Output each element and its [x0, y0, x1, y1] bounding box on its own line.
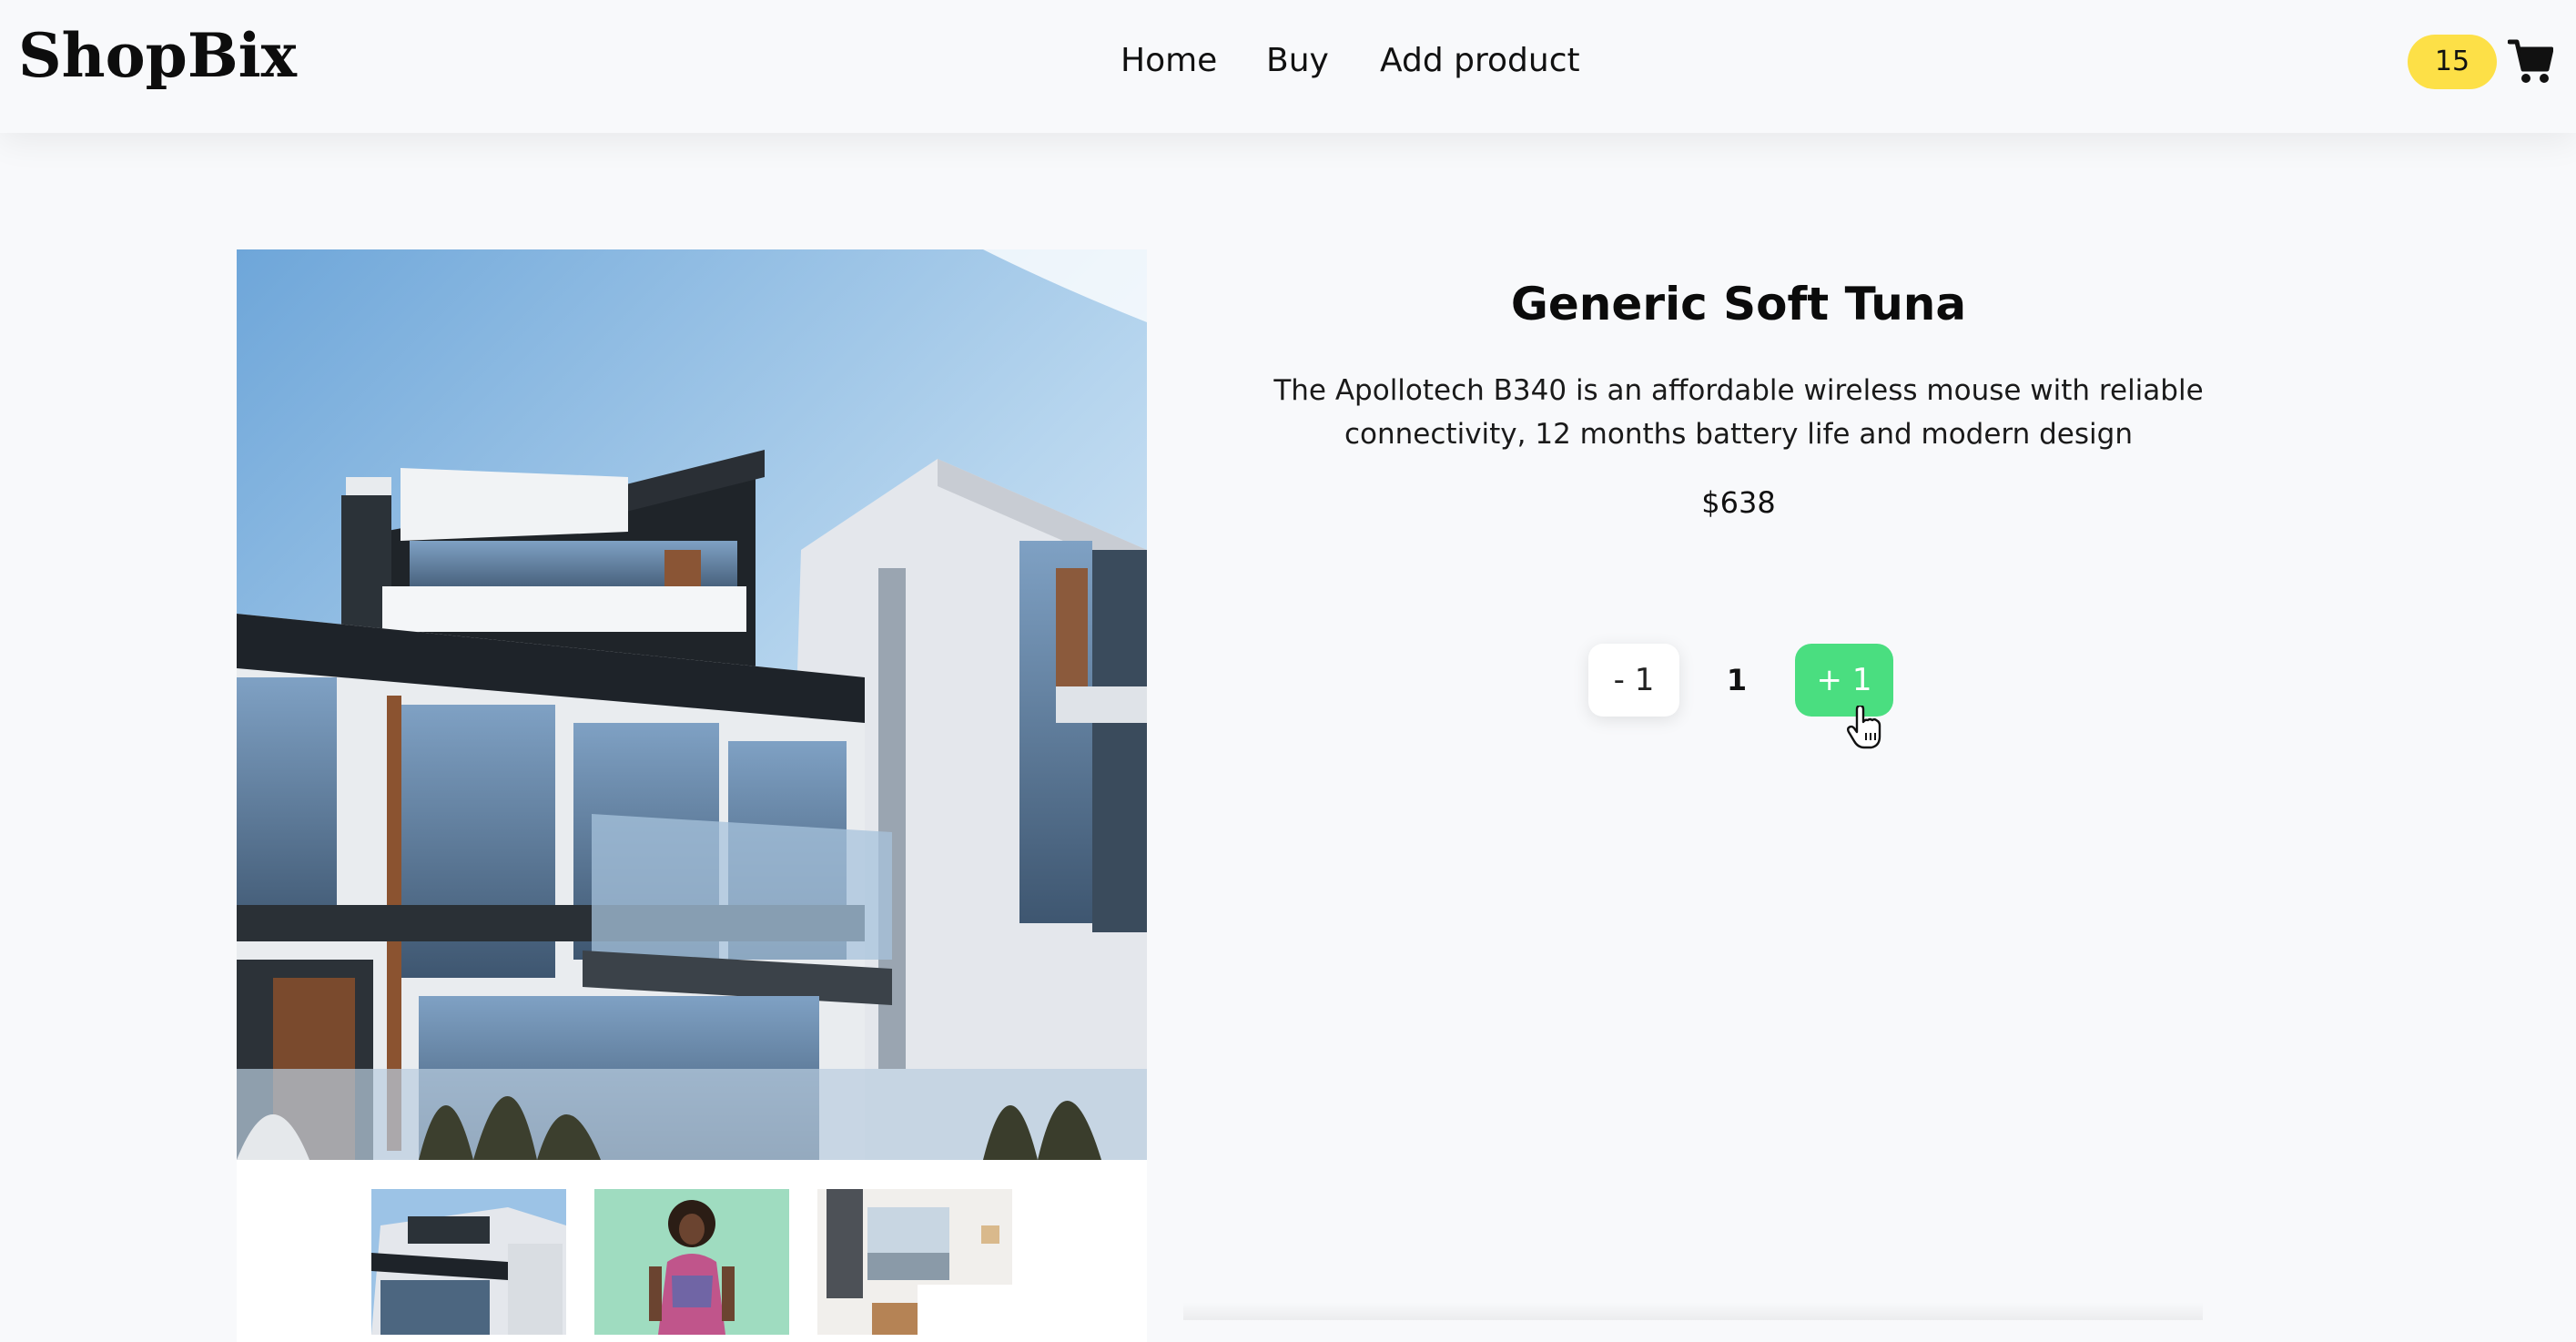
thumbnail-bedroom[interactable]	[817, 1189, 1012, 1335]
product-main-image[interactable]	[237, 249, 1147, 1160]
product-description: The Apollotech B340 is an affordable wir…	[1273, 374, 2204, 451]
nav-link-buy[interactable]: Buy	[1266, 36, 1329, 86]
cart-icon[interactable]	[2507, 36, 2554, 86]
product-title: Generic Soft Tuna	[1510, 278, 1967, 330]
hand-pointer-icon	[1846, 704, 1882, 749]
quantity-value: 1	[1726, 663, 1748, 697]
footer-shadow	[1183, 1302, 2203, 1320]
cart-count-badge[interactable]: 15	[2408, 35, 2497, 89]
decrement-button[interactable]: - 1	[1588, 644, 1679, 717]
thumbnail-woman[interactable]	[594, 1189, 789, 1335]
nav-link-add-product[interactable]: Add product	[1380, 36, 1580, 86]
thumbnail-building[interactable]	[371, 1189, 566, 1335]
nav-link-home[interactable]: Home	[1121, 36, 1217, 86]
product-price: $638	[1701, 485, 1776, 520]
top-navbar: ShopBix Home Buy Add product 15	[0, 0, 2576, 133]
main-nav: Home Buy Add product	[0, 36, 2576, 91]
product-image-card	[237, 249, 1147, 1342]
